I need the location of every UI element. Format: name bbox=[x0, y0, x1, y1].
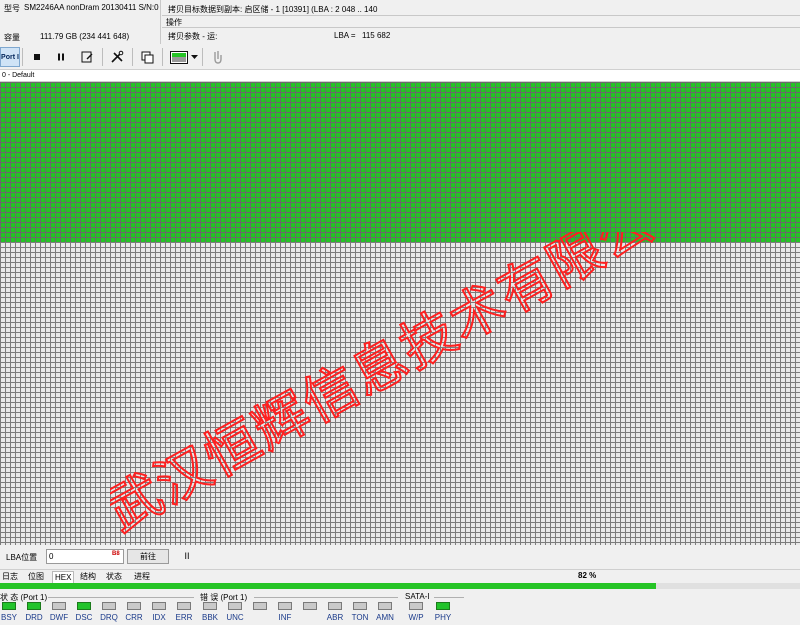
stop-icon bbox=[34, 54, 40, 60]
tab-0[interactable]: 日志 bbox=[0, 571, 20, 583]
pending-blocks bbox=[0, 242, 800, 545]
tools-icon bbox=[111, 50, 124, 63]
error-indicator bbox=[203, 602, 217, 610]
sata-indicator bbox=[436, 602, 450, 610]
error-indicator-label: ABR bbox=[326, 613, 344, 622]
map-view-button[interactable] bbox=[168, 46, 190, 68]
state-indicator bbox=[127, 602, 141, 610]
port-select-button[interactable]: Port I bbox=[0, 47, 20, 67]
tools-button[interactable] bbox=[106, 46, 128, 68]
state-indicator bbox=[77, 602, 91, 610]
state-indicator bbox=[52, 602, 66, 610]
pause-icon bbox=[58, 53, 64, 61]
sata-group-title: SATA-I bbox=[405, 592, 430, 601]
state-indicator-label: CRR bbox=[125, 613, 143, 622]
error-indicator bbox=[253, 602, 267, 610]
state-indicator-label: ERR bbox=[175, 613, 193, 622]
copy-params-label: 拷贝参数 - 运: bbox=[168, 32, 218, 41]
state-indicator-label: DRQ bbox=[100, 613, 118, 622]
state-indicator-label: DWF bbox=[49, 613, 69, 622]
toolbar: Port I bbox=[0, 44, 800, 70]
error-indicator bbox=[303, 602, 317, 610]
sata-group-line bbox=[434, 597, 464, 598]
goto-button[interactable]: 前往 bbox=[127, 549, 169, 564]
capacity-value: 111.79 GB (234 441 648) bbox=[40, 32, 130, 41]
map-view-dropdown[interactable] bbox=[188, 46, 200, 68]
state-group-line bbox=[48, 597, 194, 598]
lba-readout-label: LBA = bbox=[334, 31, 356, 40]
map-pause-button[interactable]: II bbox=[180, 549, 194, 564]
progress-percent: 82 % bbox=[578, 571, 597, 580]
chevron-down-icon bbox=[190, 54, 198, 59]
tab-5[interactable]: 进程 bbox=[132, 571, 152, 583]
power-hand-icon bbox=[214, 51, 222, 64]
model-value: SM2246AA nonDram 20130411 S/N:0 bbox=[24, 3, 159, 12]
tab-1[interactable]: 位图 bbox=[26, 571, 46, 583]
error-indicator bbox=[228, 602, 242, 610]
info-divider bbox=[160, 0, 161, 44]
state-indicator bbox=[152, 602, 166, 610]
sector-map: 武汉恒辉信息技术有限公司 bbox=[0, 82, 800, 545]
state-indicator-label: DRD bbox=[25, 613, 43, 622]
lba-position-bar: LBA位置 B8 前往 II bbox=[0, 545, 800, 569]
state-indicator bbox=[27, 602, 41, 610]
error-indicator-label: AMN bbox=[376, 613, 394, 622]
error-indicator-label: BBK bbox=[201, 613, 218, 622]
error-indicator-label: TON bbox=[351, 613, 369, 622]
operation-divider bbox=[162, 27, 800, 28]
state-indicator bbox=[102, 602, 116, 610]
lba-position-label: LBA位置 bbox=[6, 553, 38, 562]
toolbar-separator bbox=[202, 48, 203, 66]
state-indicator-label: BSY bbox=[0, 613, 17, 622]
sata-indicator-label: PHY bbox=[434, 613, 452, 622]
error-indicator bbox=[353, 602, 367, 610]
toolbar-separator bbox=[132, 48, 133, 66]
edit-task-button[interactable] bbox=[76, 46, 98, 68]
toolbar-separator bbox=[22, 48, 23, 66]
tab-4[interactable]: 状态 bbox=[104, 571, 124, 583]
edit-document-icon bbox=[81, 51, 93, 63]
task-title: 拷贝目标数据到副本: 启区储 - 1 [10391] (LBA : 2 048 … bbox=[168, 5, 378, 14]
lba-base-badge[interactable]: B8 bbox=[112, 551, 120, 557]
progress-fill bbox=[0, 583, 656, 589]
copy-icon bbox=[141, 51, 154, 64]
progress-bar bbox=[0, 583, 800, 589]
tab-2[interactable]: HEX bbox=[52, 571, 75, 583]
capacity-label: 容量 bbox=[4, 33, 20, 42]
map-header: 0 - Default bbox=[0, 70, 800, 82]
toolbar-separator bbox=[162, 48, 163, 66]
state-indicator bbox=[177, 602, 191, 610]
toolbar-separator bbox=[102, 48, 103, 66]
error-indicator-label: UNC bbox=[226, 613, 244, 622]
copy-pages-button[interactable] bbox=[136, 46, 158, 68]
state-indicator-label: DSC bbox=[75, 613, 93, 622]
state-indicator-label: IDX bbox=[152, 613, 166, 622]
bottom-tabs: 日志 位图 HEX 结构 状态 进程 82 % bbox=[0, 569, 800, 583]
map-view-icon bbox=[170, 50, 188, 64]
model-label: 型号 bbox=[4, 4, 20, 13]
sata-indicator-label: W/P bbox=[408, 613, 424, 622]
drive-info-panel: 型号 SM2246AA nonDram 20130411 S/N:0 容量 11… bbox=[0, 0, 800, 44]
state-indicator bbox=[2, 602, 16, 610]
completed-blocks bbox=[0, 82, 800, 242]
error-indicator bbox=[328, 602, 342, 610]
tab-3[interactable]: 结构 bbox=[78, 571, 98, 583]
error-group-line bbox=[254, 597, 398, 598]
lba-readout-value: 115 682 bbox=[362, 31, 391, 40]
task-divider bbox=[162, 15, 800, 16]
error-indicator bbox=[278, 602, 292, 610]
error-indicator-label: INF bbox=[278, 613, 292, 622]
status-panel: 状 态 (Port 1) 错 误 (Port 1) SATA-I BSY DRD D… bbox=[0, 590, 800, 625]
pause-button[interactable] bbox=[50, 46, 72, 68]
error-indicator bbox=[378, 602, 392, 610]
power-button[interactable] bbox=[206, 46, 228, 68]
stop-button[interactable] bbox=[26, 46, 48, 68]
sata-indicator bbox=[409, 602, 423, 610]
